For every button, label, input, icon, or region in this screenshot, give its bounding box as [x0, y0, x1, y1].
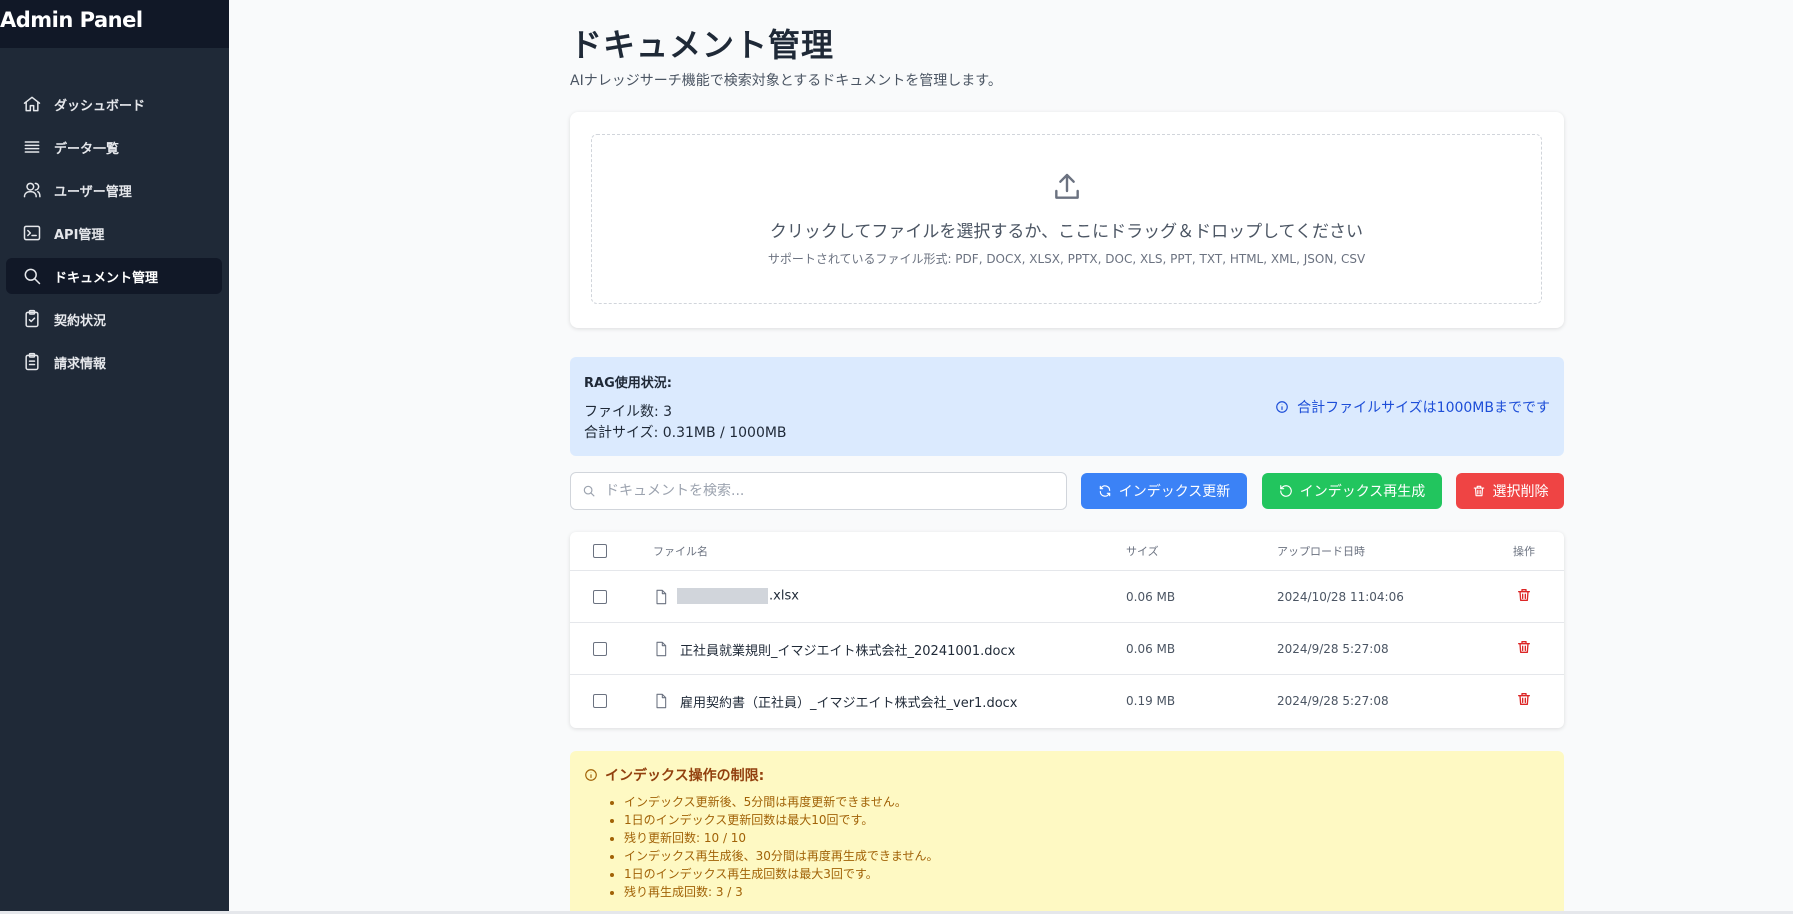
sidebar-item-label: API管理	[54, 227, 105, 243]
page-title: ドキュメント管理	[570, 26, 835, 64]
usage-file-count: ファイル数: 3	[584, 404, 673, 420]
sidebar-nav: ダッシュボード データ一覧 ユーザー管理 API管理 ドキュメント管理 契約状況…	[6, 86, 222, 387]
upload-date: 2024/9/28 5:27:08	[1277, 642, 1389, 656]
document-table: ファイル名 サイズ アップロード日時 操作 .xlsx 0.06 MB 2024…	[570, 532, 1564, 728]
file-extension: .xlsx	[769, 588, 799, 604]
sidebar-item-label: 契約状況	[54, 313, 107, 329]
clipboard-list-icon	[22, 352, 42, 372]
file-name[interactable]: 雇用契約書（正社員）_イマジエイト株式会社_ver1.docx	[680, 692, 1018, 711]
usage-note: 合計ファイルサイズは1000MBまでです	[1275, 397, 1550, 417]
trash-icon	[1473, 485, 1484, 497]
file-name[interactable]: 正社員就業規則_イマジエイト株式会社_20241001.docx	[680, 640, 1015, 659]
supported-formats: サポートされているファイル形式: PDF, DOCX, XLSX, PPTX, …	[767, 252, 1366, 266]
sidebar-item-label: 請求情報	[54, 356, 107, 372]
list-item: 1日のインデックス再生成回数は最大3回です。	[624, 865, 939, 883]
list-item: インデックス更新後、5分間は再度更新できません。	[624, 793, 939, 811]
home-icon	[22, 94, 42, 114]
info-icon	[1276, 401, 1288, 413]
sidebar: Admin Panel ダッシュボード データ一覧 ユーザー管理 API管理 ド…	[0, 0, 229, 911]
redacted-text	[677, 588, 768, 604]
delete-row-trash-icon[interactable]	[1516, 691, 1532, 707]
sidebar-item-users[interactable]: ユーザー管理	[6, 172, 222, 208]
sidebar-item-contract[interactable]: 契約状況	[6, 301, 222, 337]
table-row: 正社員就業規則_イマジエイト株式会社_20241001.docx 0.06 MB…	[570, 623, 1564, 675]
terminal-icon	[22, 223, 42, 243]
row-checkbox[interactable]	[593, 590, 607, 604]
sidebar-item-label: ダッシュボード	[54, 98, 146, 114]
file-name[interactable]: .xlsx	[677, 588, 799, 604]
list-icon	[22, 137, 42, 157]
row-checkbox[interactable]	[593, 642, 607, 656]
usage-total-size: 合計サイズ: 0.31MB / 1000MB	[584, 425, 787, 441]
search-input[interactable]	[605, 483, 1045, 499]
delete-row-trash-icon[interactable]	[1516, 587, 1532, 603]
index-limits-panel: インデックス操作の制限: インデックス更新後、5分間は再度更新できません。 1日…	[570, 751, 1564, 911]
list-item: インデックス再生成後、30分間は再度再生成できません。	[624, 847, 939, 865]
sidebar-header: Admin Panel	[0, 0, 229, 48]
column-header-name: ファイル名	[653, 545, 708, 558]
sidebar-item-api[interactable]: API管理	[6, 215, 222, 251]
sidebar-item-label: ユーザー管理	[54, 184, 132, 200]
page-subtitle: AIナレッジサーチ機能で検索対象とするドキュメントを管理します。	[570, 73, 1002, 89]
index-rebuild-button[interactable]: インデックス再生成	[1262, 473, 1442, 509]
sidebar-item-data-list[interactable]: データ一覧	[6, 129, 222, 165]
delete-row-trash-icon[interactable]	[1516, 639, 1532, 655]
table-row: .xlsx 0.06 MB 2024/10/28 11:04:06	[570, 571, 1564, 623]
delete-selected-label: 選択削除	[1492, 483, 1549, 499]
column-header-size: サイズ	[1126, 545, 1159, 558]
limits-title-text: インデックス操作の制限:	[605, 768, 765, 784]
column-header-actions: 操作	[1513, 545, 1535, 558]
upload-icon	[1051, 171, 1083, 203]
sidebar-item-dashboard[interactable]: ダッシュボード	[6, 86, 222, 122]
delete-selected-button[interactable]: 選択削除	[1456, 473, 1564, 509]
limits-title: インデックス操作の制限:	[584, 765, 764, 785]
list-item: 残り再生成回数: 3 / 3	[624, 883, 939, 901]
refresh-icon	[1099, 485, 1110, 497]
file-dropzone[interactable]: クリックしてファイルを選択するか、ここにドラッグ＆ドロップしてください サポート…	[591, 134, 1542, 304]
limits-list: インデックス更新後、5分間は再度更新できません。 1日のインデックス更新回数は最…	[624, 793, 939, 901]
document-toolbar: インデックス更新 インデックス再生成 選択削除	[570, 472, 1564, 510]
list-item: 1日のインデックス更新回数は最大10回です。	[624, 811, 939, 829]
users-icon	[22, 180, 42, 200]
search-icon	[22, 266, 42, 286]
search-box	[570, 472, 1067, 510]
column-header-date: アップロード日時	[1277, 545, 1365, 558]
table-row: 雇用契約書（正社員）_イマジエイト株式会社_ver1.docx 0.19 MB …	[570, 675, 1564, 727]
sidebar-item-label: データ一覧	[54, 141, 120, 157]
brand-title: Admin Panel	[0, 8, 143, 32]
file-size: 0.06 MB	[1126, 642, 1176, 656]
sidebar-item-documents[interactable]: ドキュメント管理	[6, 258, 222, 294]
list-item: 残り更新回数: 10 / 10	[624, 829, 939, 847]
search-icon	[583, 485, 595, 497]
rag-usage-panel: RAG使用状況: ファイル数: 3 合計サイズ: 0.31MB / 1000MB…	[570, 357, 1564, 456]
file-icon	[653, 641, 669, 657]
sidebar-item-billing[interactable]: 請求情報	[6, 344, 222, 380]
dropzone-prompt: クリックしてファイルを選択するか、ここにドラッグ＆ドロップしてください	[769, 222, 1364, 242]
rotate-ccw-icon	[1279, 485, 1292, 497]
file-size: 0.19 MB	[1126, 694, 1176, 708]
file-icon	[653, 589, 669, 605]
select-all-checkbox[interactable]	[593, 544, 607, 558]
upload-date: 2024/10/28 11:04:06	[1277, 590, 1404, 604]
clipboard-check-icon	[22, 309, 42, 329]
sidebar-item-label: ドキュメント管理	[54, 270, 159, 286]
info-icon	[585, 769, 597, 781]
index-rebuild-label: インデックス再生成	[1299, 483, 1426, 499]
file-icon	[653, 693, 669, 709]
index-update-label: インデックス更新	[1118, 483, 1231, 499]
file-size: 0.06 MB	[1126, 590, 1176, 604]
row-checkbox[interactable]	[593, 694, 607, 708]
usage-title: RAG使用状況:	[584, 376, 672, 391]
index-update-button[interactable]: インデックス更新	[1081, 473, 1247, 509]
upload-card: クリックしてファイルを選択するか、ここにドラッグ＆ドロップしてください サポート…	[570, 112, 1564, 328]
main-content: ドキュメント管理 AIナレッジサーチ機能で検索対象とするドキュメントを管理します…	[229, 0, 1793, 911]
table-header: ファイル名 サイズ アップロード日時 操作	[570, 532, 1564, 571]
usage-note-text: 合計ファイルサイズは1000MBまでです	[1297, 400, 1550, 416]
upload-date: 2024/9/28 5:27:08	[1277, 694, 1389, 708]
